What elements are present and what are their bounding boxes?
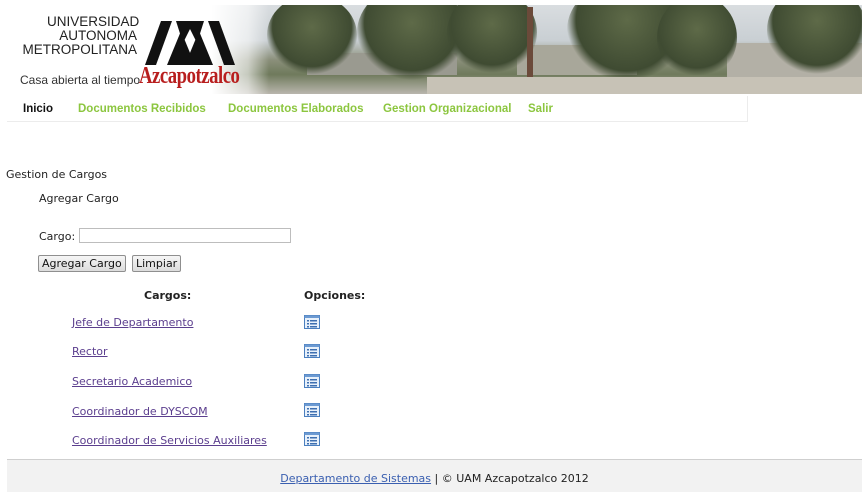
section-title: Gestion de Cargos <box>6 168 108 181</box>
cargo-link-secretario-academico[interactable]: Secretario Academico <box>72 375 192 388</box>
nav-gestion-organizacional[interactable]: Gestion Organizacional <box>383 103 511 115</box>
add-cargo-button[interactable]: Agregar Cargo <box>38 255 126 272</box>
column-header-cargos: Cargos: <box>144 289 192 302</box>
footer-copyright: | © UAM Azcapotzalco 2012 <box>434 472 589 485</box>
list-icon[interactable] <box>304 374 320 388</box>
nav-documentos-recibidos[interactable]: Documentos Recibidos <box>78 103 206 115</box>
form-title: Agregar Cargo <box>39 192 119 205</box>
uam-emblem-icon <box>145 21 235 65</box>
cargo-label: Cargo: <box>39 230 76 243</box>
university-line-2: AUTONOMA <box>59 28 137 43</box>
cargo-link-rector[interactable]: Rector <box>72 345 108 358</box>
university-line-3: METROPOLITANA <box>22 42 137 57</box>
footer: Departamento de Sistemas | © UAM Azcapot… <box>7 459 862 492</box>
footer-content: Departamento de Sistemas | © UAM Azcapot… <box>7 472 862 485</box>
campus-name: Azcapotzalco <box>139 63 240 89</box>
list-icon[interactable] <box>304 315 320 329</box>
cargo-link-coordinador-servicios-auxiliares[interactable]: Coordinador de Servicios Auxiliares <box>72 434 267 447</box>
list-icon[interactable] <box>304 344 320 358</box>
uam-logo[interactable]: UNIVERSIDAD AUTONOMA METROPOLITANA Casa … <box>7 5 269 94</box>
column-header-opciones: Opciones: <box>304 289 366 302</box>
footer-link-departamento-sistemas[interactable]: Departamento de Sistemas <box>280 472 431 485</box>
nav-documentos-elaborados[interactable]: Documentos Elaborados <box>228 103 363 115</box>
list-icon[interactable] <box>304 403 320 417</box>
main-nav: Inicio Documentos Recibidos Documentos E… <box>7 96 748 122</box>
list-icon[interactable] <box>304 432 320 446</box>
nav-inicio[interactable]: Inicio <box>23 103 53 115</box>
tagline: Casa abierta al tiempo <box>20 73 141 87</box>
university-line-1: UNIVERSIDAD <box>47 14 140 29</box>
cargo-link-coordinador-dyscom[interactable]: Coordinador de DYSCOM <box>72 405 208 418</box>
cargo-input[interactable] <box>79 228 291 243</box>
nav-salir[interactable]: Salir <box>528 103 553 115</box>
header-banner: UNIVERSIDAD AUTONOMA METROPOLITANA Casa … <box>7 5 862 94</box>
cargo-link-jefe-de-departamento[interactable]: Jefe de Departamento <box>72 316 193 329</box>
clear-button[interactable]: Limpiar <box>132 255 182 272</box>
